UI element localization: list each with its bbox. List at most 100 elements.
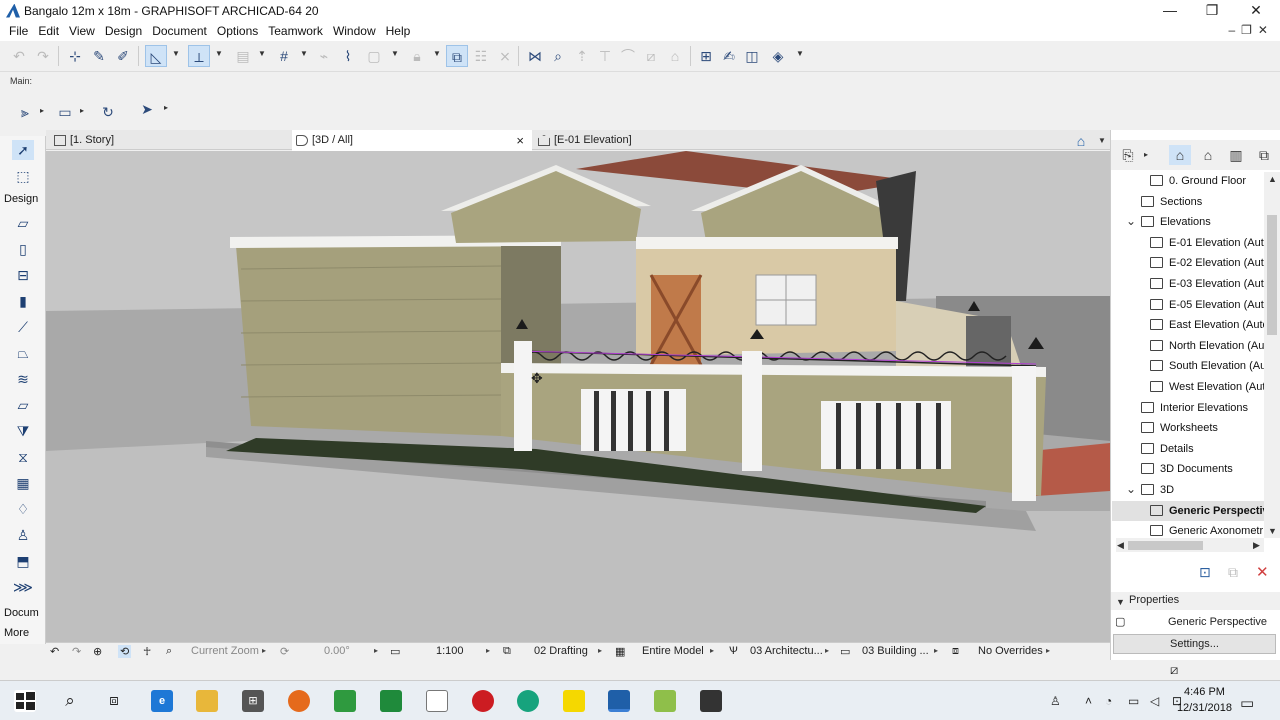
navigator-item[interactable]: 0. Ground Floor	[1150, 171, 1264, 191]
scale-field[interactable]: 1:100	[436, 645, 464, 657]
trace-reference-icon[interactable]: ⧉	[446, 45, 468, 67]
navigator-item[interactable]: 3D Documents	[1141, 459, 1264, 479]
beam-tool-icon[interactable]: ▮	[12, 291, 34, 311]
scroll-up-icon[interactable]: ▲	[1268, 174, 1277, 184]
layout-resize-icon[interactable]: ⧄	[1170, 662, 1178, 678]
navigator-item[interactable]: Interior Elevations	[1141, 398, 1264, 418]
chevron-down-icon[interactable]: ▼	[300, 49, 308, 58]
chevron-down-icon[interactable]: ▼	[796, 49, 804, 58]
gravity-icon[interactable]: ⌁	[313, 45, 335, 67]
opera-icon[interactable]	[472, 690, 494, 712]
rotate-icon[interactable]: ⟳	[280, 645, 289, 658]
guide-lines-icon[interactable]: ◺	[145, 45, 167, 67]
scroll-right-icon[interactable]: ▶	[1253, 540, 1260, 551]
redo-icon[interactable]: ↷	[32, 45, 54, 67]
network-icon[interactable]: ◔	[1105, 694, 1112, 708]
intersect-icon[interactable]: ⋈	[524, 45, 546, 67]
navigator-item[interactable]: E-02 Elevation (Auto	[1150, 253, 1264, 273]
roof-tool-icon[interactable]: ⏢	[12, 343, 34, 363]
door-tool-icon[interactable]: ⊟	[12, 265, 34, 285]
navigator-item[interactable]: Worksheets	[1141, 418, 1264, 438]
arrow-tool-icon[interactable]: ➤	[136, 98, 158, 120]
graphic-overrides-field[interactable]: No Overrides	[978, 645, 1043, 657]
menu-file[interactable]: File	[4, 24, 33, 38]
battery-icon[interactable]: ▭	[1128, 694, 1139, 708]
people-icon[interactable]: ♙	[1050, 694, 1061, 708]
notifications-icon[interactable]: ▭	[1240, 694, 1254, 712]
table-icon[interactable]: ☷	[470, 45, 492, 67]
tab-3d-all[interactable]: [3D / All] ×	[292, 130, 532, 151]
scrollbar-thumb[interactable]	[1267, 215, 1277, 335]
chevron-right-icon[interactable]: ▸	[486, 646, 490, 655]
pick-up-icon[interactable]: ⊹	[64, 45, 86, 67]
project-map-icon[interactable]: ⌂	[1169, 145, 1191, 165]
task-view-icon[interactable]: ⧈	[103, 690, 125, 712]
expand-chevron-icon[interactable]: ⌄	[1126, 214, 1136, 228]
app-teal-icon[interactable]	[517, 690, 539, 712]
navigator-menu-icon[interactable]: ⎘	[1117, 145, 1139, 165]
navigator-item[interactable]: E-01 Elevation (Auto	[1150, 233, 1264, 253]
minimize-button[interactable]: —	[1148, 0, 1192, 21]
settings-button[interactable]: Settings...	[1113, 634, 1276, 654]
trim-icon[interactable]: ⊤	[594, 45, 616, 67]
sticky-notes-icon[interactable]	[563, 690, 585, 712]
tab-list-icon[interactable]: ⌂	[1070, 130, 1092, 152]
mesh-tool-icon[interactable]: ⧖	[12, 447, 34, 467]
chevron-down-icon[interactable]: ▼	[172, 49, 180, 58]
layout-book-icon[interactable]: ▥	[1225, 145, 1247, 165]
menu-edit[interactable]: Edit	[33, 24, 64, 38]
chevron-down-icon[interactable]: ▼	[433, 49, 441, 58]
overrides-icon[interactable]: ⧈	[952, 645, 959, 658]
chevron-up-icon[interactable]: ˄	[1085, 694, 1092, 708]
suspend-groups-icon[interactable]: ⌇	[337, 45, 359, 67]
toolbox-more-header[interactable]: More	[4, 627, 29, 639]
chevron-right-icon[interactable]: ▸	[80, 106, 84, 115]
chevron-down-icon[interactable]: ▼	[391, 49, 399, 58]
stair-tool-icon[interactable]: ≋	[12, 369, 34, 389]
undo-icon[interactable]: ↶	[8, 45, 30, 67]
app-dark-icon[interactable]	[700, 690, 722, 712]
restore-button[interactable]: ❐	[1190, 0, 1234, 21]
menu-options[interactable]: Options	[212, 24, 263, 38]
navigator-item[interactable]: 3D	[1141, 480, 1264, 500]
file-explorer-icon[interactable]	[196, 690, 218, 712]
zoom-icon[interactable]: ⌕	[166, 645, 172, 658]
menu-view[interactable]: View	[64, 24, 100, 38]
layout-icon[interactable]: ▤	[232, 45, 254, 67]
column-tool-icon[interactable]: ▯	[12, 239, 34, 259]
marquee-icon[interactable]: ⫸	[14, 101, 36, 123]
app-green-icon[interactable]	[334, 690, 356, 712]
chevron-down-icon[interactable]: ▼	[1098, 136, 1106, 145]
store-icon[interactable]: ⊞	[242, 690, 264, 712]
chevron-down-icon[interactable]: ▼	[1116, 597, 1125, 607]
roof-icon[interactable]: ⌂	[664, 45, 686, 67]
toolbox-document-header[interactable]: Docum	[4, 607, 39, 619]
mvo-icon[interactable]: ▭	[840, 645, 850, 658]
chevron-right-icon[interactable]: ▸	[825, 646, 829, 655]
structure-field[interactable]: Entire Model	[642, 645, 704, 657]
lock-icon[interactable]: 🔒︎	[406, 45, 428, 67]
scroll-left-icon[interactable]: ◀	[1117, 540, 1124, 551]
orbit-view-icon[interactable]: ⟲	[118, 645, 132, 658]
view-map-icon[interactable]: ⌂	[1197, 145, 1219, 165]
grid-snap-icon[interactable]: #	[273, 45, 295, 67]
tab-close-button[interactable]: ×	[516, 130, 524, 151]
split-icon[interactable]: ⧄	[640, 45, 662, 67]
chevron-right-icon[interactable]: ▸	[262, 646, 266, 655]
find-icon[interactable]: ⌕	[547, 45, 569, 67]
menu-help[interactable]: Help	[381, 24, 416, 38]
chevron-right-icon[interactable]: ▸	[164, 103, 168, 112]
chevron-right-icon[interactable]: ▸	[40, 106, 44, 115]
object-tool-icon[interactable]: ♙	[12, 525, 34, 545]
new-view-icon[interactable]: ⊡	[1199, 564, 1211, 581]
edge-icon[interactable]: e	[151, 690, 173, 712]
bimx-icon[interactable]: ◈	[767, 45, 789, 67]
navigator-item[interactable]: Details	[1141, 439, 1264, 459]
navigator-item[interactable]: Generic Perspective	[1112, 500, 1264, 521]
publish-icon[interactable]: ◫	[741, 45, 763, 67]
navigator-item[interactable]: E-03 Elevation (Auto	[1150, 274, 1264, 294]
model-view-icon[interactable]: ▦	[615, 645, 625, 658]
walk-icon[interactable]: ☥	[143, 645, 151, 658]
orbit-icon[interactable]: ↻	[97, 101, 119, 123]
scroll-down-icon[interactable]: ▼	[1268, 526, 1277, 536]
